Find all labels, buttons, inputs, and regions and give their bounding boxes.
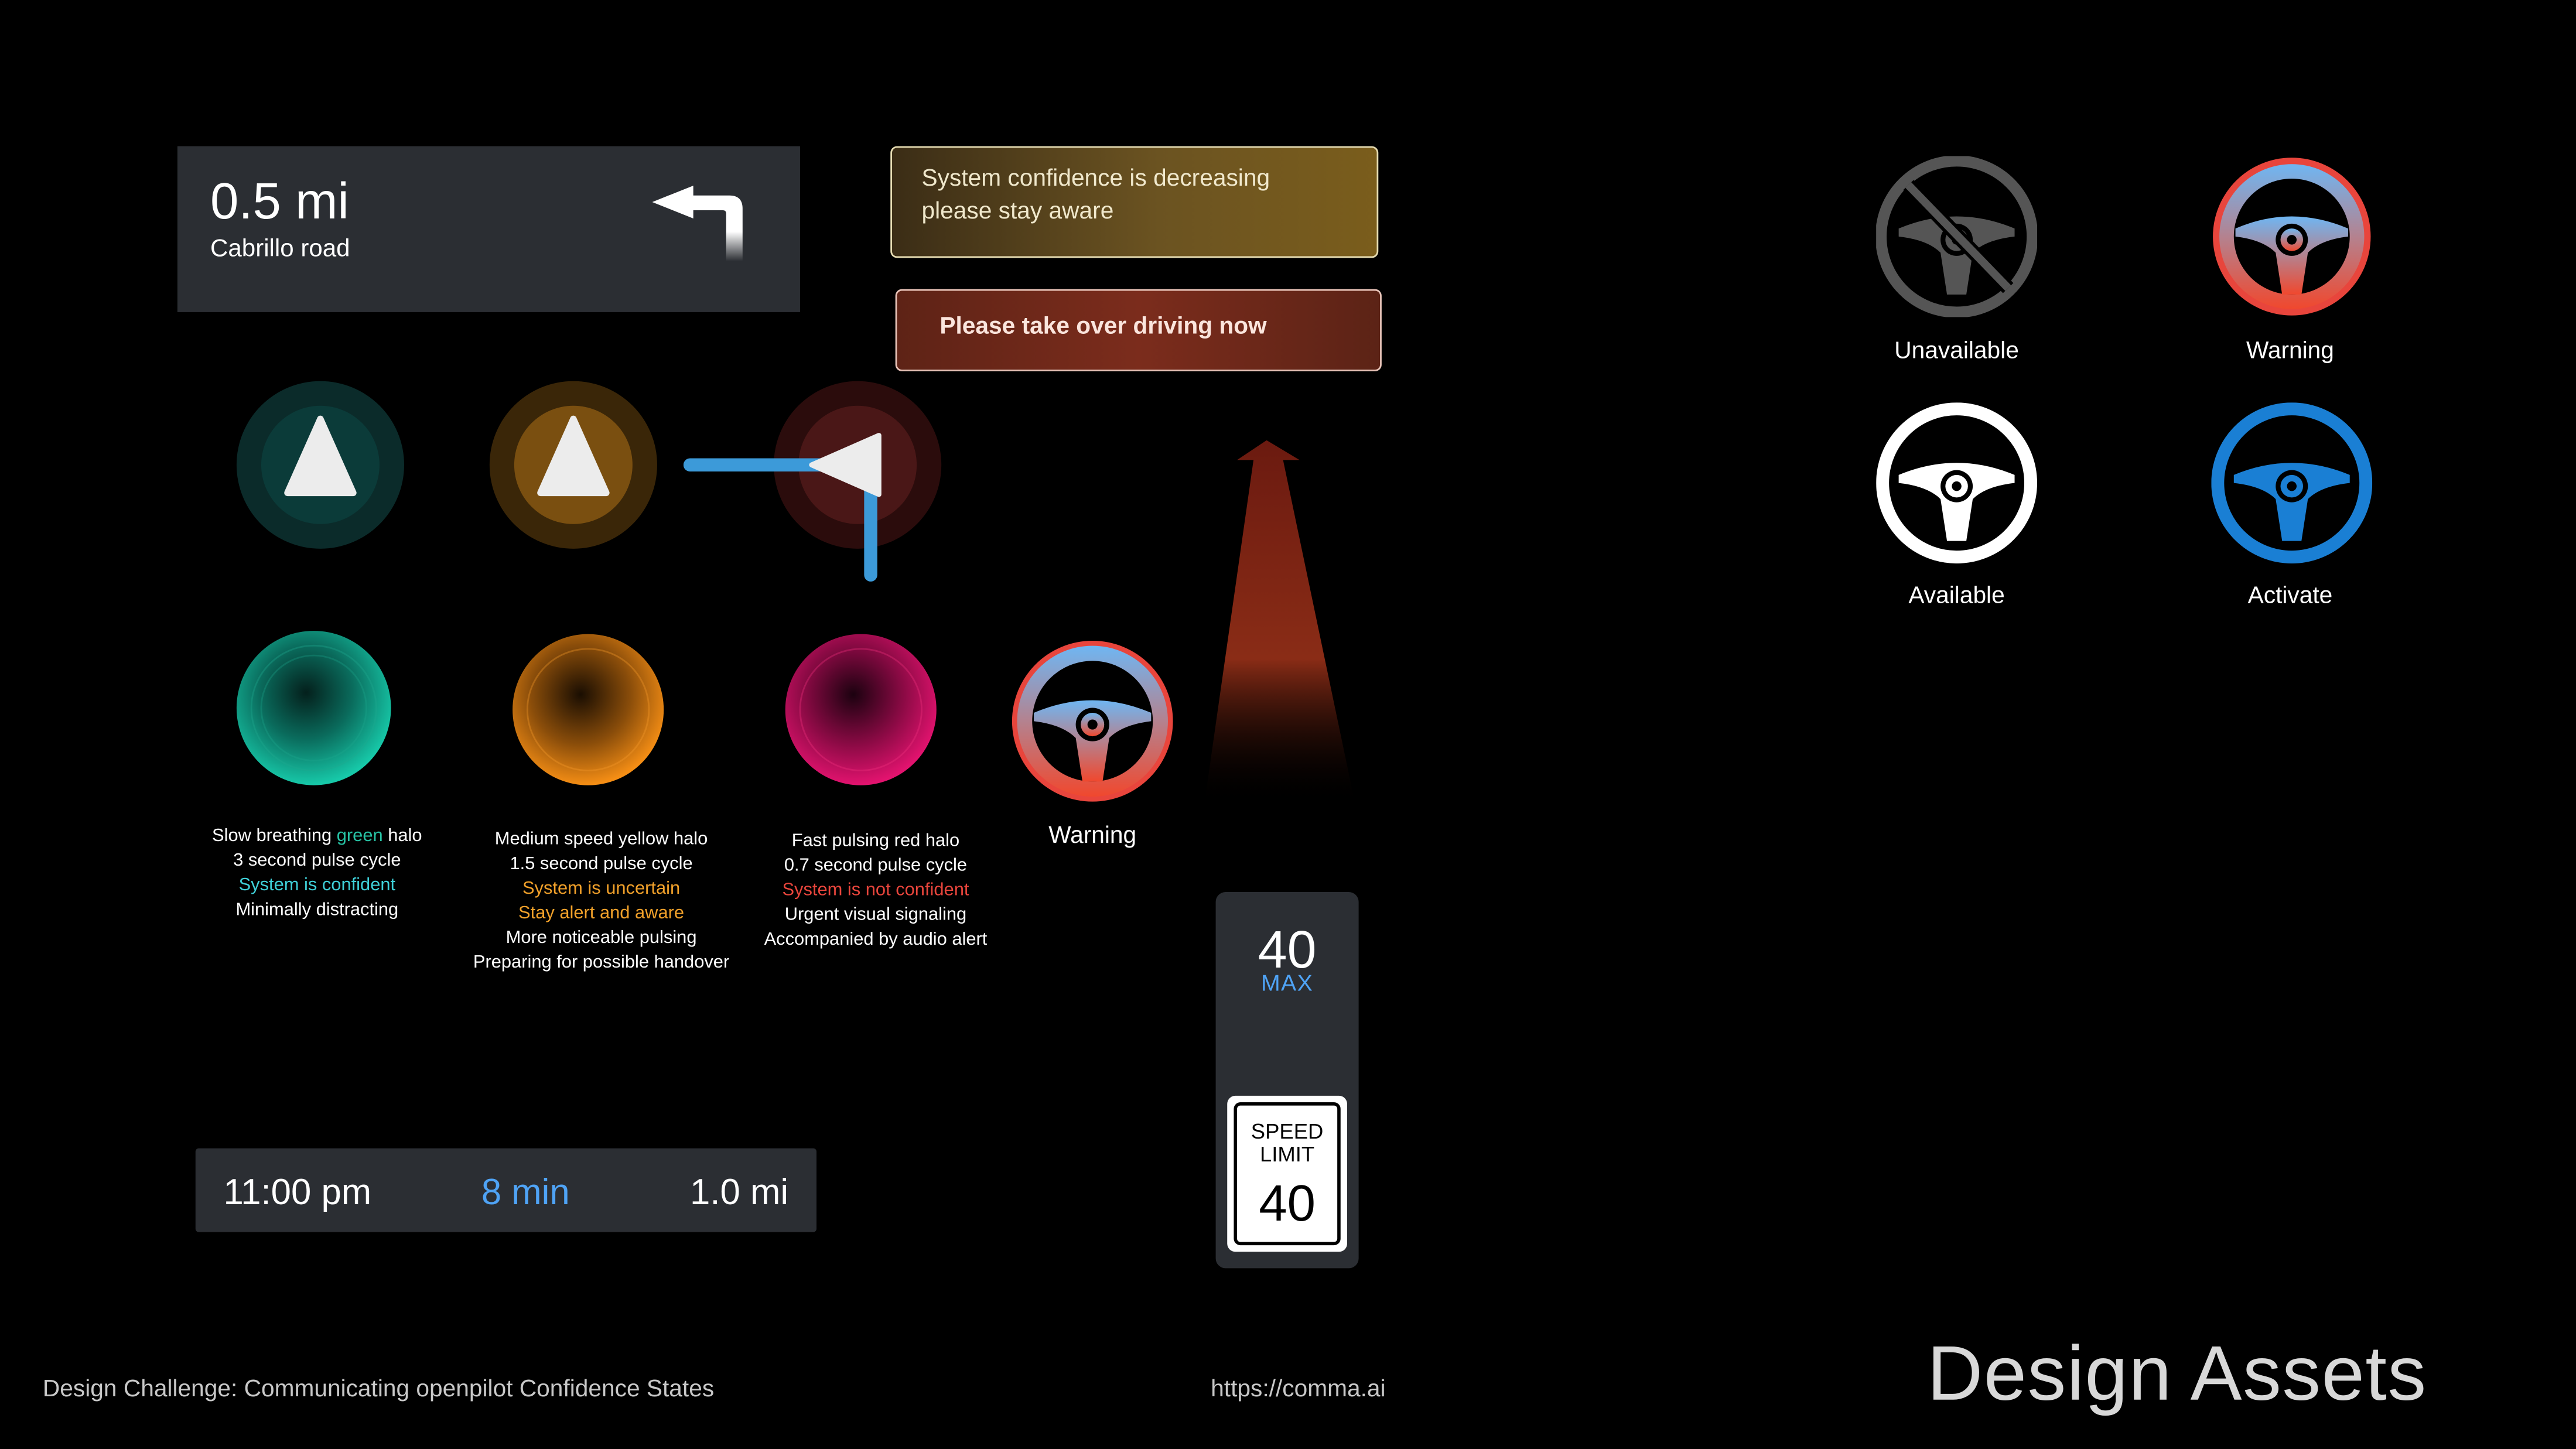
sign-line-speed: SPEED — [1251, 1119, 1324, 1144]
green-halo-caption: Slow breathing green halo 3 second pulse… — [212, 826, 422, 920]
steering-wheel-available-icon — [1876, 402, 2037, 564]
activate-label: Activate — [2247, 583, 2333, 610]
trip-duration: 8 min — [481, 1171, 570, 1212]
speed-panel: 40 MAX SPEED LIMIT 40 — [1215, 892, 1359, 1269]
sign-line-limit: LIMIT — [1259, 1142, 1315, 1167]
footer-challenge-title: Design Challenge: Communicating openpilo… — [42, 1376, 715, 1403]
nav-distance: 0.5 mi — [210, 172, 349, 230]
red-halo — [785, 634, 937, 785]
footer-url-link[interactable]: https://comma.ai — [1211, 1376, 1385, 1403]
takeover-banner: Please take over driving now — [895, 289, 1382, 371]
yellow-state-indicator — [489, 381, 657, 549]
green-state-indicator — [236, 381, 404, 549]
trip-info-bar: 11:00 pm 8 min 1.0 mi — [195, 1148, 817, 1232]
unavailable-label: Unavailable — [1894, 338, 2019, 365]
banner-line-1: System confidence is decreasing — [921, 166, 1270, 193]
steering-wheel-warning-state-icon — [2213, 158, 2371, 316]
page-title: Design Assets — [1927, 1329, 2427, 1416]
steering-wheel-unavailable-icon — [1876, 156, 2038, 317]
red-state-indicator — [683, 381, 942, 582]
available-label: Available — [1908, 583, 2005, 610]
arrival-time: 11:00 pm — [223, 1171, 372, 1212]
steering-wheel-activate-icon — [2211, 402, 2373, 564]
turn-left-arrow-icon — [652, 185, 743, 261]
max-speed-label: MAX — [1260, 969, 1314, 996]
warning-state-label: Warning — [2246, 338, 2334, 365]
steering-wheel-warning-icon — [1012, 641, 1173, 802]
sign-value: 40 — [1259, 1174, 1316, 1232]
speed-limit-sign: SPEED LIMIT 40 — [1227, 1095, 1347, 1252]
warning-wheel-label: Warning — [1048, 823, 1137, 850]
banner-line-2: please stay aware — [921, 199, 1114, 225]
remaining-distance: 1.0 mi — [690, 1171, 789, 1212]
navigation-card: 0.5 mi Cabrillo road — [177, 146, 800, 312]
yellow-halo-caption: Medium speed yellow halo 1.5 second puls… — [473, 829, 730, 973]
green-halo — [236, 631, 391, 785]
confidence-warning-banner: System confidence is decreasing please s… — [890, 146, 1379, 258]
nav-road-name: Cabrillo road — [210, 235, 350, 263]
path-beam-graphic — [1204, 440, 1356, 805]
yellow-halo — [513, 634, 664, 785]
